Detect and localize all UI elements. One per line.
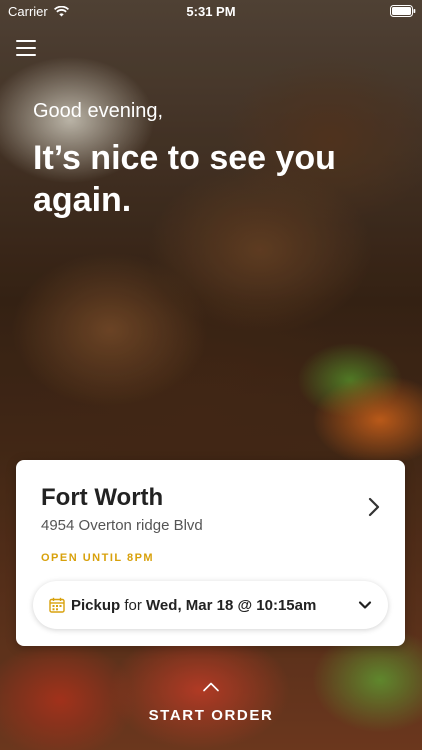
chevron-up-icon — [203, 682, 219, 692]
greeting-text: Good evening, — [33, 100, 164, 122]
headline-text: It’s nice to see you again. — [33, 139, 336, 219]
pickup-datetime: Wed, Mar 18 @ 10:15am — [146, 596, 317, 614]
battery-icon — [390, 5, 416, 17]
start-order-label: START ORDER — [148, 707, 274, 724]
status-bar: Carrier 5:31 PM — [0, 0, 422, 22]
store-hours: OPEN UNTIL 8PM — [41, 552, 155, 564]
start-order-button[interactable]: START ORDER — [0, 682, 422, 724]
chevron-right-icon[interactable] — [365, 496, 383, 518]
pickup-summary: Pickup for Wed, Mar 18 @ 10:15am — [71, 597, 316, 614]
store-name: Fort Worth — [41, 484, 164, 511]
pickup-connector: for — [124, 596, 142, 614]
menu-icon[interactable] — [16, 38, 36, 58]
pickup-time-selector[interactable]: Pickup for Wed, Mar 18 @ 10:15am — [33, 581, 388, 629]
chevron-down-icon[interactable] — [358, 600, 372, 610]
carrier-label: Carrier — [8, 3, 48, 19]
store-address: 4954 Overton ridge Blvd — [41, 517, 203, 534]
wifi-icon — [53, 5, 69, 17]
calendar-icon — [49, 597, 65, 613]
store-card[interactable]: Fort Worth 4954 Overton ridge Blvd OPEN … — [16, 460, 405, 646]
pickup-mode: Pickup — [71, 596, 121, 614]
